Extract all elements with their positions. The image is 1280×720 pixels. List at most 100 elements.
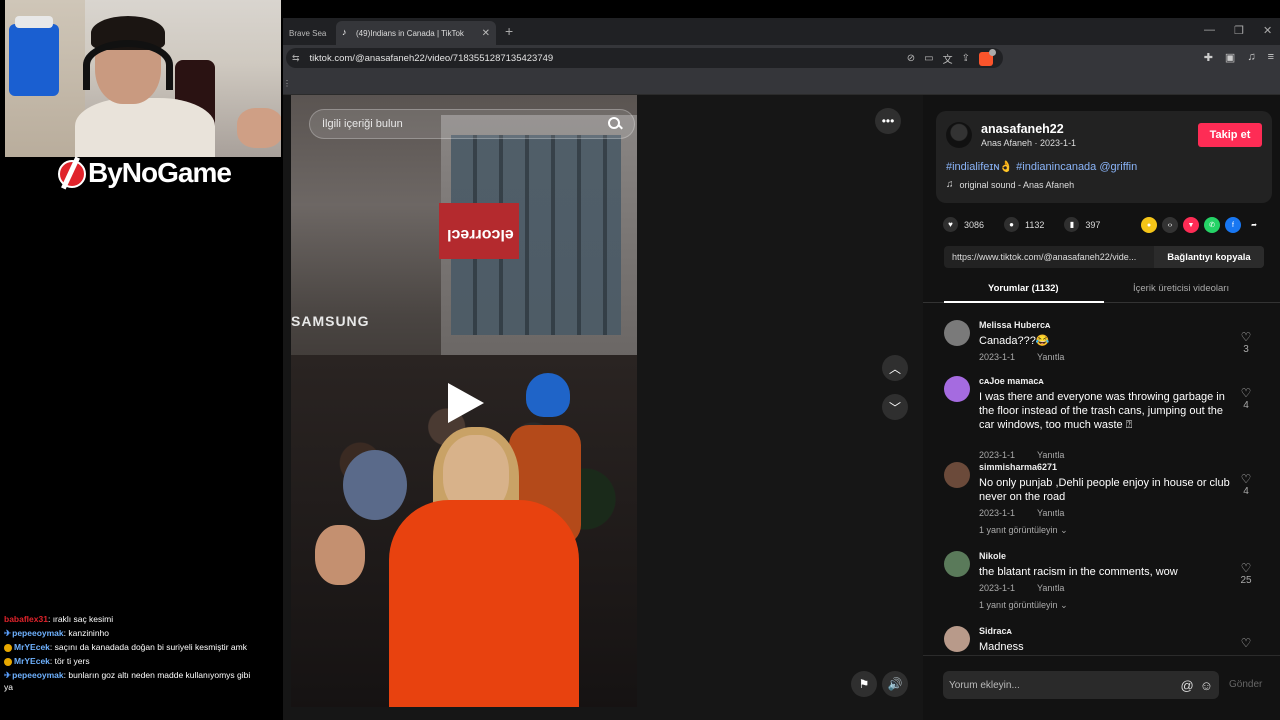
avatar[interactable] [944,626,970,652]
comment-like[interactable]: ♡ [1238,636,1254,650]
reply-link[interactable]: Yanıtla [1037,352,1064,362]
emoji-icon[interactable]: ☺ [1200,678,1213,693]
comment-date: 2023-1-1 [979,583,1016,593]
tab-creator-videos[interactable]: İçerik üreticisi videoları [1133,283,1229,294]
video-kid-face [315,525,365,585]
new-tab-icon[interactable]: + [505,23,513,39]
bookmark-folder-icon[interactable]: ⋮ [283,79,291,88]
chat-message: MrYEcek: tör ti yers [0,654,262,668]
coin-share-icon[interactable]: ● [1141,217,1157,233]
view-replies-link[interactable]: 1 yanıt görüntüleyin ⌄ [979,525,1068,536]
comment-username[interactable]: ᴄᴀJoe mamaᴄᴀ [979,376,1044,386]
minimize-icon[interactable]: — [1204,24,1215,36]
reply-link[interactable]: Yanıtla [1037,508,1064,518]
chat-message: ✈pepeeoymak: bunların goz altı neden mad… [4,670,251,692]
omnibox[interactable]: ⇆ tiktok.com/@anasafaneh22/video/7183551… [286,48,1003,68]
next-video-button[interactable]: ﹀ [882,394,908,420]
no-camera-icon[interactable]: ⊘ [907,53,915,64]
post-description-card: anasafaneh22 Anas Afaneh · 2023-1-1 Taki… [936,111,1272,203]
post-link-text: https://www.tiktok.com/@anasafaneh22/vid… [952,252,1137,262]
comment-like[interactable]: ♡ 25 [1238,561,1254,586]
maximize-icon[interactable]: ❐ [1234,24,1244,37]
video-turban [526,373,570,417]
avatar[interactable] [944,551,970,577]
reply-link[interactable]: Yanıtla [1037,450,1064,460]
avatar[interactable] [944,320,970,346]
post-hashtags[interactable]: #indialifeɪɴ👌 #indianincanada @griffin [946,160,1137,173]
volume-button[interactable]: 🔊 [882,671,908,697]
wallet-icon[interactable]: ▣ [1225,51,1235,64]
media-icon[interactable]: ♫ [1247,51,1255,64]
chat-username: pepeeoymak [12,670,64,680]
comment-like[interactable]: ♡ 4 [1238,386,1254,411]
copy-link-button[interactable]: Bağlantıyı kopyala [1154,246,1264,268]
extensions-icon[interactable]: ✚ [1204,51,1213,64]
video-area: elcorrecl SAMSUNG ••• [283,95,923,720]
previous-video-button[interactable]: ︿ [882,355,908,381]
engagement-actions: ♥ 3086 ● 1132 ▮ 397 [943,217,1100,232]
view-replies-label: 1 yanıt görüntüleyin [979,600,1058,610]
comment-input-box[interactable]: @ ☺ [943,671,1219,699]
comment-icon[interactable]: ● [1004,217,1020,232]
post-sound[interactable]: ♫ original sound - Anas Afaneh [946,179,1074,190]
comment-meta: 2023-1-1 Yanıtla [979,450,1064,460]
close-icon[interactable]: ✕ [482,28,490,39]
avatar[interactable] [944,462,970,488]
brave-shield-icon[interactable] [979,48,996,66]
facebook-icon[interactable]: f [1225,217,1241,233]
comment-username[interactable]: Nikole [979,551,1006,561]
browser-window: Brave Sea (49)Indians in Canada | TikTok… [283,18,1280,720]
bookmark-icon[interactable]: ▮ [1064,217,1080,232]
view-replies-link[interactable]: 1 yanıt görüntüleyin ⌄ [979,600,1068,611]
heart-icon[interactable]: ♡ [1238,472,1254,486]
comment-username[interactable]: simmisharma6271 [979,462,1057,472]
heart-icon[interactable]: ♡ [1238,330,1254,344]
send-comment-button[interactable]: Gönder [1229,679,1262,690]
tab-brave-search[interactable]: Brave Sea [283,21,335,45]
video-player[interactable]: elcorrecl SAMSUNG [291,95,637,707]
report-button[interactable]: ⚑ [851,671,877,697]
saves-count: 397 [1085,219,1101,230]
related-search[interactable] [309,109,635,139]
comment-username[interactable]: Melissa Huberᴄᴀ [979,320,1050,330]
reply-link[interactable]: Yanıtla [1037,583,1064,593]
avatar[interactable] [944,376,970,402]
embed-icon[interactable]: ‹› [1162,217,1178,233]
tab-bar: Brave Sea (49)Indians in Canada | TikTok… [283,18,1280,45]
heart-icon[interactable]: ♡ [1238,561,1254,575]
brand-text: ByNoGame [88,157,232,188]
comment-input[interactable] [949,679,1175,691]
chat-text: kanzininho [68,628,109,638]
play-icon[interactable] [448,383,484,423]
tab-comments[interactable]: Yorumlar (1132) [988,283,1059,294]
follow-button[interactable]: Takip et [1198,123,1262,147]
chat-text: tör ti yers [54,656,90,666]
chat-text: saçını da kanadada doğan bi suriyeli kes… [54,642,247,652]
cast-icon[interactable]: ▭ [924,53,933,64]
heart-icon[interactable]: ♥ [943,217,958,232]
comment-like[interactable]: ♡ 4 [1238,472,1254,497]
search-icon[interactable] [608,117,622,131]
heart-icon[interactable]: ♡ [1238,636,1254,650]
translate-icon[interactable]: 文 [943,51,953,66]
share-arrow-icon[interactable]: ➦ [1246,217,1262,233]
send-icon[interactable]: ▼ [1183,217,1199,233]
comment-text: Madness [979,641,1024,653]
menu-icon[interactable]: ≡ [1268,51,1274,64]
close-window-icon[interactable]: ✕ [1263,24,1272,37]
comment-text: I was there and everyone was throwing ga… [979,391,1225,431]
comment-username[interactable]: Sidraᴄᴀ [979,626,1012,636]
comment-meta: 2023-1-1 Yanıtla [979,583,1064,593]
brand-logo-icon [58,158,86,188]
site-info-icon[interactable]: ⇆ [292,53,300,64]
tab-tiktok[interactable]: (49)Indians in Canada | TikTok ✕ [336,21,496,45]
author-username[interactable]: anasafaneh22 [981,122,1064,136]
avatar[interactable] [946,122,972,148]
share-icon[interactable]: ⇪ [962,53,970,64]
comment-like[interactable]: ♡ 3 [1238,330,1254,355]
heart-icon[interactable]: ♡ [1238,386,1254,400]
whatsapp-icon[interactable]: ✆ [1204,217,1220,233]
related-search-input[interactable] [322,118,608,130]
mention-icon[interactable]: @ [1181,678,1194,693]
more-options-button[interactable]: ••• [875,108,901,134]
